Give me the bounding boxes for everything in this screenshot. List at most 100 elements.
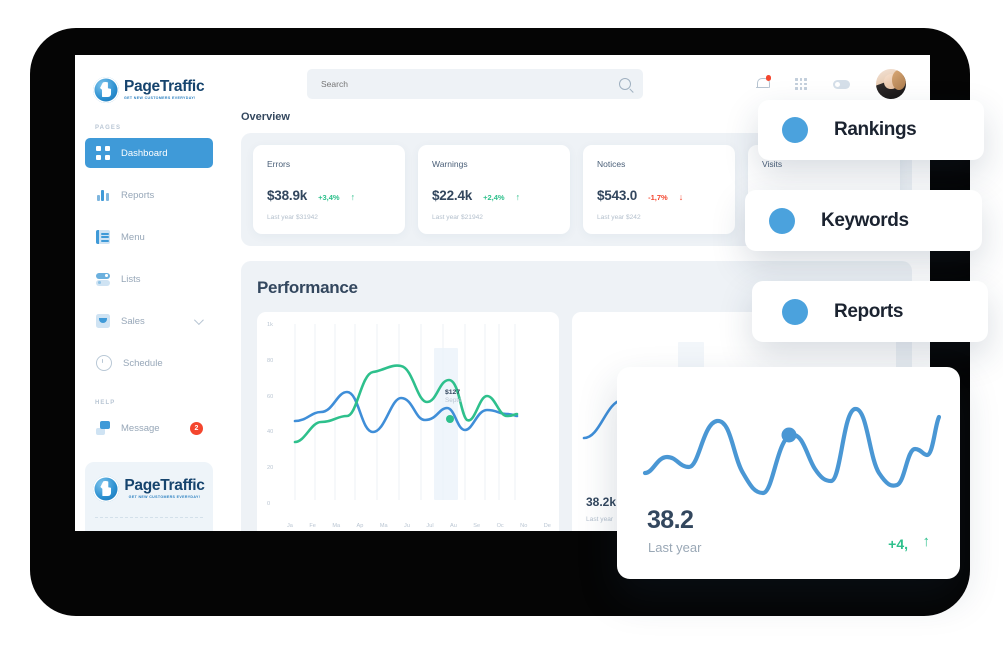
status-dot-icon (769, 207, 795, 234)
chart-y-axis: 1k 80 60 40 20 0 (267, 322, 273, 507)
y-tick: 80 (267, 357, 274, 364)
performance-chart[interactable]: 1k 80 60 40 20 0 $127 Septe Ja Fe Ma Ap … (257, 312, 559, 531)
arrow-down-icon: ↓ (678, 192, 684, 202)
x-tick: Jul (426, 523, 434, 529)
stat-value: $22.4k (432, 188, 473, 203)
stat-card-errors[interactable]: Errors $38.9k +3,4% ↑ Last year $31942 (253, 145, 405, 234)
message-badge: 2 (190, 421, 203, 435)
trend-chart-svg (642, 406, 941, 496)
screenshot-stage: PageTraffic GET NEW CUSTOMERS EVERYDAY! … (0, 0, 1003, 646)
promo-divider (95, 517, 203, 519)
sidebar-item-label: Sales (121, 315, 145, 327)
popup-card-rankings[interactable]: Rankings (758, 100, 984, 160)
status-dot-icon (782, 298, 808, 325)
sidebar-item-reports[interactable]: Reports (85, 180, 213, 210)
cursor-hand-logo-icon (93, 77, 119, 103)
y-tick: 1k (267, 322, 273, 328)
stat-value: $38.9k (267, 188, 308, 203)
popup-label: Rankings (834, 119, 917, 140)
stat-card-warnings[interactable]: Warnings $22.4k +2,4% ↑ Last year $21942 (418, 145, 570, 234)
trend-delta: +4, (888, 536, 908, 552)
sales-icon (96, 314, 110, 328)
x-tick: Ap (356, 523, 364, 529)
visits-sub: Last year (586, 516, 614, 523)
tooltip-value: $127 (445, 389, 461, 396)
stat-label: Notices (597, 159, 626, 169)
chart-tooltip: $127 Septe (445, 389, 462, 404)
search-input[interactable] (319, 78, 631, 90)
sidebar-section-pages: PAGES (95, 125, 122, 131)
x-tick: Ma (379, 523, 388, 529)
sidebar-item-label: Reports (121, 189, 155, 201)
popup-label: Keywords (821, 209, 909, 231)
sidebar-item-schedule[interactable]: Schedule (85, 348, 213, 378)
x-tick: Ja (287, 523, 293, 529)
stat-label: Visits (762, 159, 783, 169)
stat-delta: -1,7% (648, 193, 668, 202)
brand-tagline: GET NEW CUSTOMERS EVERYDAY! (124, 95, 196, 100)
y-tick: 60 (267, 393, 274, 400)
tooltip-label: Septe (445, 397, 462, 404)
sidebar-item-label: Menu (121, 231, 145, 243)
sidebar-nav-pages: Dashboard Reports Menu Lists Sales Sched… (75, 138, 223, 378)
arrow-up-icon: ↑ (922, 533, 931, 550)
bar-chart-icon (96, 188, 110, 202)
x-tick: Ju (404, 523, 410, 529)
x-tick: Se (473, 523, 481, 529)
chart-x-axis: Ja Fe Ma Ap Ma Ju Jul Au Se Oc No De (287, 523, 551, 529)
stat-label: Warnings (432, 159, 468, 169)
avatar[interactable] (876, 69, 906, 99)
sidebar-item-lists[interactable]: Lists (85, 264, 213, 294)
apps-grid-icon[interactable] (795, 78, 807, 90)
bell-icon[interactable] (756, 75, 771, 91)
popup-label: Reports (834, 300, 903, 322)
sidebar: PageTraffic GET NEW CUSTOMERS EVERYDAY! … (75, 55, 223, 531)
sidebar-item-menu[interactable]: Menu (85, 222, 213, 252)
performance-chart-svg (293, 324, 519, 500)
x-tick: Fe (309, 523, 316, 529)
popup-card-reports[interactable]: Reports (752, 281, 988, 342)
x-tick: Oc (496, 523, 504, 529)
topbar-icons (756, 69, 912, 99)
menu-list-icon (96, 230, 110, 244)
search-box[interactable] (307, 69, 643, 99)
stat-card-notices[interactable]: Notices $543.0 -1,7% ↓ Last year $242 (583, 145, 735, 234)
stat-delta: +3,4% (318, 193, 340, 202)
sidebar-item-label: Message (121, 422, 160, 434)
stat-label: Errors (267, 159, 291, 169)
notification-dot (765, 75, 771, 81)
toggle-icon[interactable] (833, 79, 850, 89)
trend-value: 38.2 (647, 506, 694, 534)
stat-sub: Last year $31942 (267, 214, 318, 221)
promo-brand-tagline: GET NEW CUSTOMERS EVERYDAY! (128, 494, 201, 499)
stat-sub: Last year $21942 (432, 214, 483, 221)
status-dot-icon (782, 117, 808, 143)
cursor-hand-logo-icon (93, 476, 120, 502)
trend-sub: Last year (648, 540, 702, 555)
sidebar-section-help: HELP (95, 400, 116, 406)
message-icon (96, 421, 110, 435)
y-tick: 20 (267, 465, 274, 472)
stat-sub: Last year $242 (597, 214, 641, 221)
brand-name: PageTraffic (124, 78, 205, 96)
clock-icon (96, 355, 112, 371)
x-tick: Ma (332, 523, 341, 529)
lists-icon (96, 272, 110, 286)
brand-logo[interactable]: PageTraffic GET NEW CUSTOMERS EVERYDAY! (75, 55, 223, 103)
visits-value: 38.2k (586, 495, 617, 509)
grid-icon (96, 146, 110, 160)
popup-card-keywords[interactable]: Keywords (745, 190, 982, 251)
sidebar-item-sales[interactable]: Sales (85, 306, 213, 336)
promo-logo: PageTraffic GET NEW CUSTOMERS EVERYDAY! (85, 476, 213, 502)
sidebar-item-dashboard[interactable]: Dashboard (85, 138, 213, 168)
x-tick: Au (450, 523, 457, 529)
sidebar-item-label: Schedule (123, 357, 163, 369)
stat-value: $543.0 (597, 188, 638, 203)
arrow-up-icon: ↑ (350, 192, 356, 202)
chevron-down-icon[interactable] (193, 314, 204, 325)
stat-delta: +2,4% (483, 193, 505, 202)
sidebar-item-label: Lists (121, 273, 141, 285)
floating-trend-card[interactable]: 38.2 Last year +4, ↑ (617, 367, 960, 579)
sidebar-item-message[interactable]: Message 2 (85, 413, 213, 443)
search-icon[interactable] (619, 78, 631, 90)
